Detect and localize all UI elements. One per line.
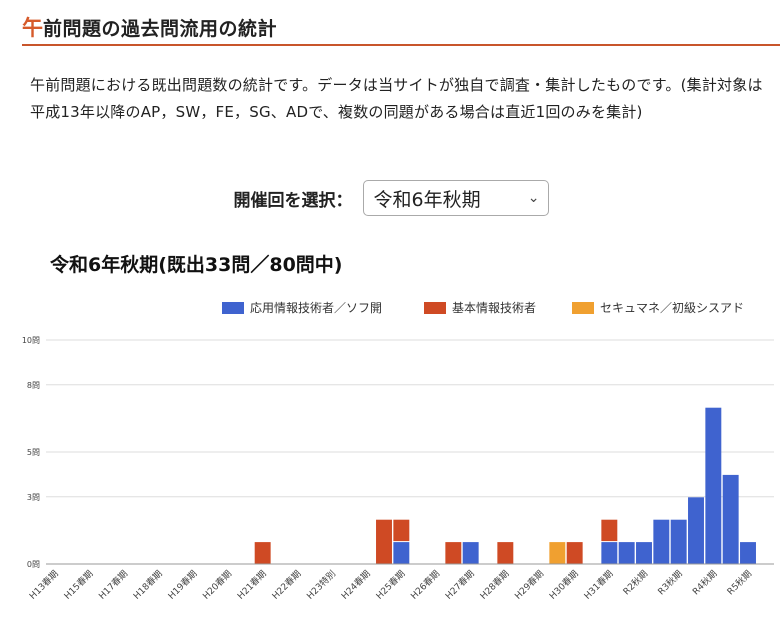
y-tick-label: 8問 [27, 381, 40, 390]
x-tick-label: H15春期 [61, 568, 95, 602]
bar-segment [566, 542, 583, 564]
legend-label: セキュマネ／初級シスアド [600, 301, 744, 315]
bar-segment [393, 519, 410, 542]
x-tick-label: H27春期 [443, 568, 477, 602]
bar-segment [705, 407, 722, 564]
y-tick-label: 5問 [27, 448, 40, 457]
bar-segment [601, 519, 618, 542]
x-tick-label: R2秋期 [620, 568, 650, 598]
bar-segment [376, 519, 392, 564]
x-tick-label: H23特別 [304, 568, 338, 602]
x-tick-label: H17春期 [96, 568, 130, 602]
page: 午 前問題の過去問流用の統計 午前問題における既出問題数の統計です。データは当サ… [0, 0, 782, 626]
bar-segment [636, 542, 652, 564]
legend-swatch [222, 302, 244, 314]
x-tick-label: H30春期 [547, 568, 581, 602]
exam-select-value: 令和6年秋期 [373, 188, 481, 211]
x-tick-label: H29春期 [512, 568, 546, 602]
exam-selector-row: 開催回を選択： 令和6年秋期 ⌄ [0, 178, 782, 218]
x-tick-label: H22春期 [269, 568, 303, 602]
section-heading: 午 前問題の過去問流用の統計 [22, 10, 780, 46]
x-tick-label: H24春期 [339, 568, 373, 602]
bar-segment [497, 542, 514, 564]
exam-select[interactable]: 令和6年秋期 ⌄ [362, 180, 549, 216]
chart-title: 令和6年秋期(既出33問／80問中) [50, 254, 343, 276]
intro-text: 午前問題における既出問題数の統計です。データは当サイトが独自で調査・集計したもの… [30, 76, 763, 121]
heading-accent-char: 午 [22, 16, 43, 40]
stacked-bar-chart: 0問 3問 5問 8問 10問 H13春期 H15春期 H17春期 H18春期 H19春期 H20春… [22, 301, 774, 602]
y-tick-label: 10問 [22, 336, 40, 345]
x-tick-label: H19春期 [165, 568, 199, 602]
x-tick-label: H13春期 [27, 568, 61, 602]
heading-text: 前問題の過去問流用の統計 [43, 17, 278, 40]
x-tick-label: H26春期 [408, 568, 442, 602]
x-tick-label: H20春期 [200, 568, 234, 602]
x-tick-label: H31春期 [581, 568, 615, 602]
bar-segment [445, 542, 462, 564]
x-tick-label: H21春期 [235, 568, 269, 602]
bar-segment [670, 519, 687, 564]
exam-selector-label: 開催回を選択： [233, 190, 353, 211]
x-tick-label: R4秋期 [690, 568, 720, 598]
x-tick-label: H18春期 [131, 568, 165, 602]
bar-segment [618, 542, 635, 564]
x-tick-label: H25春期 [373, 568, 407, 602]
bar-segment [688, 497, 704, 564]
x-tick-label: R5秋期 [724, 568, 754, 598]
x-tick-label: H28春期 [477, 568, 511, 602]
bar-segment [462, 542, 479, 564]
legend-label: 基本情報技術者 [452, 301, 536, 315]
y-tick-label: 0問 [27, 560, 40, 569]
legend-label: 応用情報技術者／ソフ開 [250, 301, 382, 315]
bar-segment [722, 474, 739, 564]
legend-swatch [424, 302, 446, 314]
bar-segment [254, 542, 271, 564]
bar-segment [740, 542, 756, 564]
bar-segment [393, 542, 410, 564]
bar-segment [601, 542, 618, 564]
bar-segment [549, 542, 566, 564]
bar-segment [653, 519, 670, 564]
legend-swatch [572, 302, 594, 314]
y-tick-label: 3問 [27, 493, 40, 502]
chevron-down-icon: ⌄ [527, 190, 540, 206]
x-tick-label: R3秋期 [655, 568, 685, 598]
